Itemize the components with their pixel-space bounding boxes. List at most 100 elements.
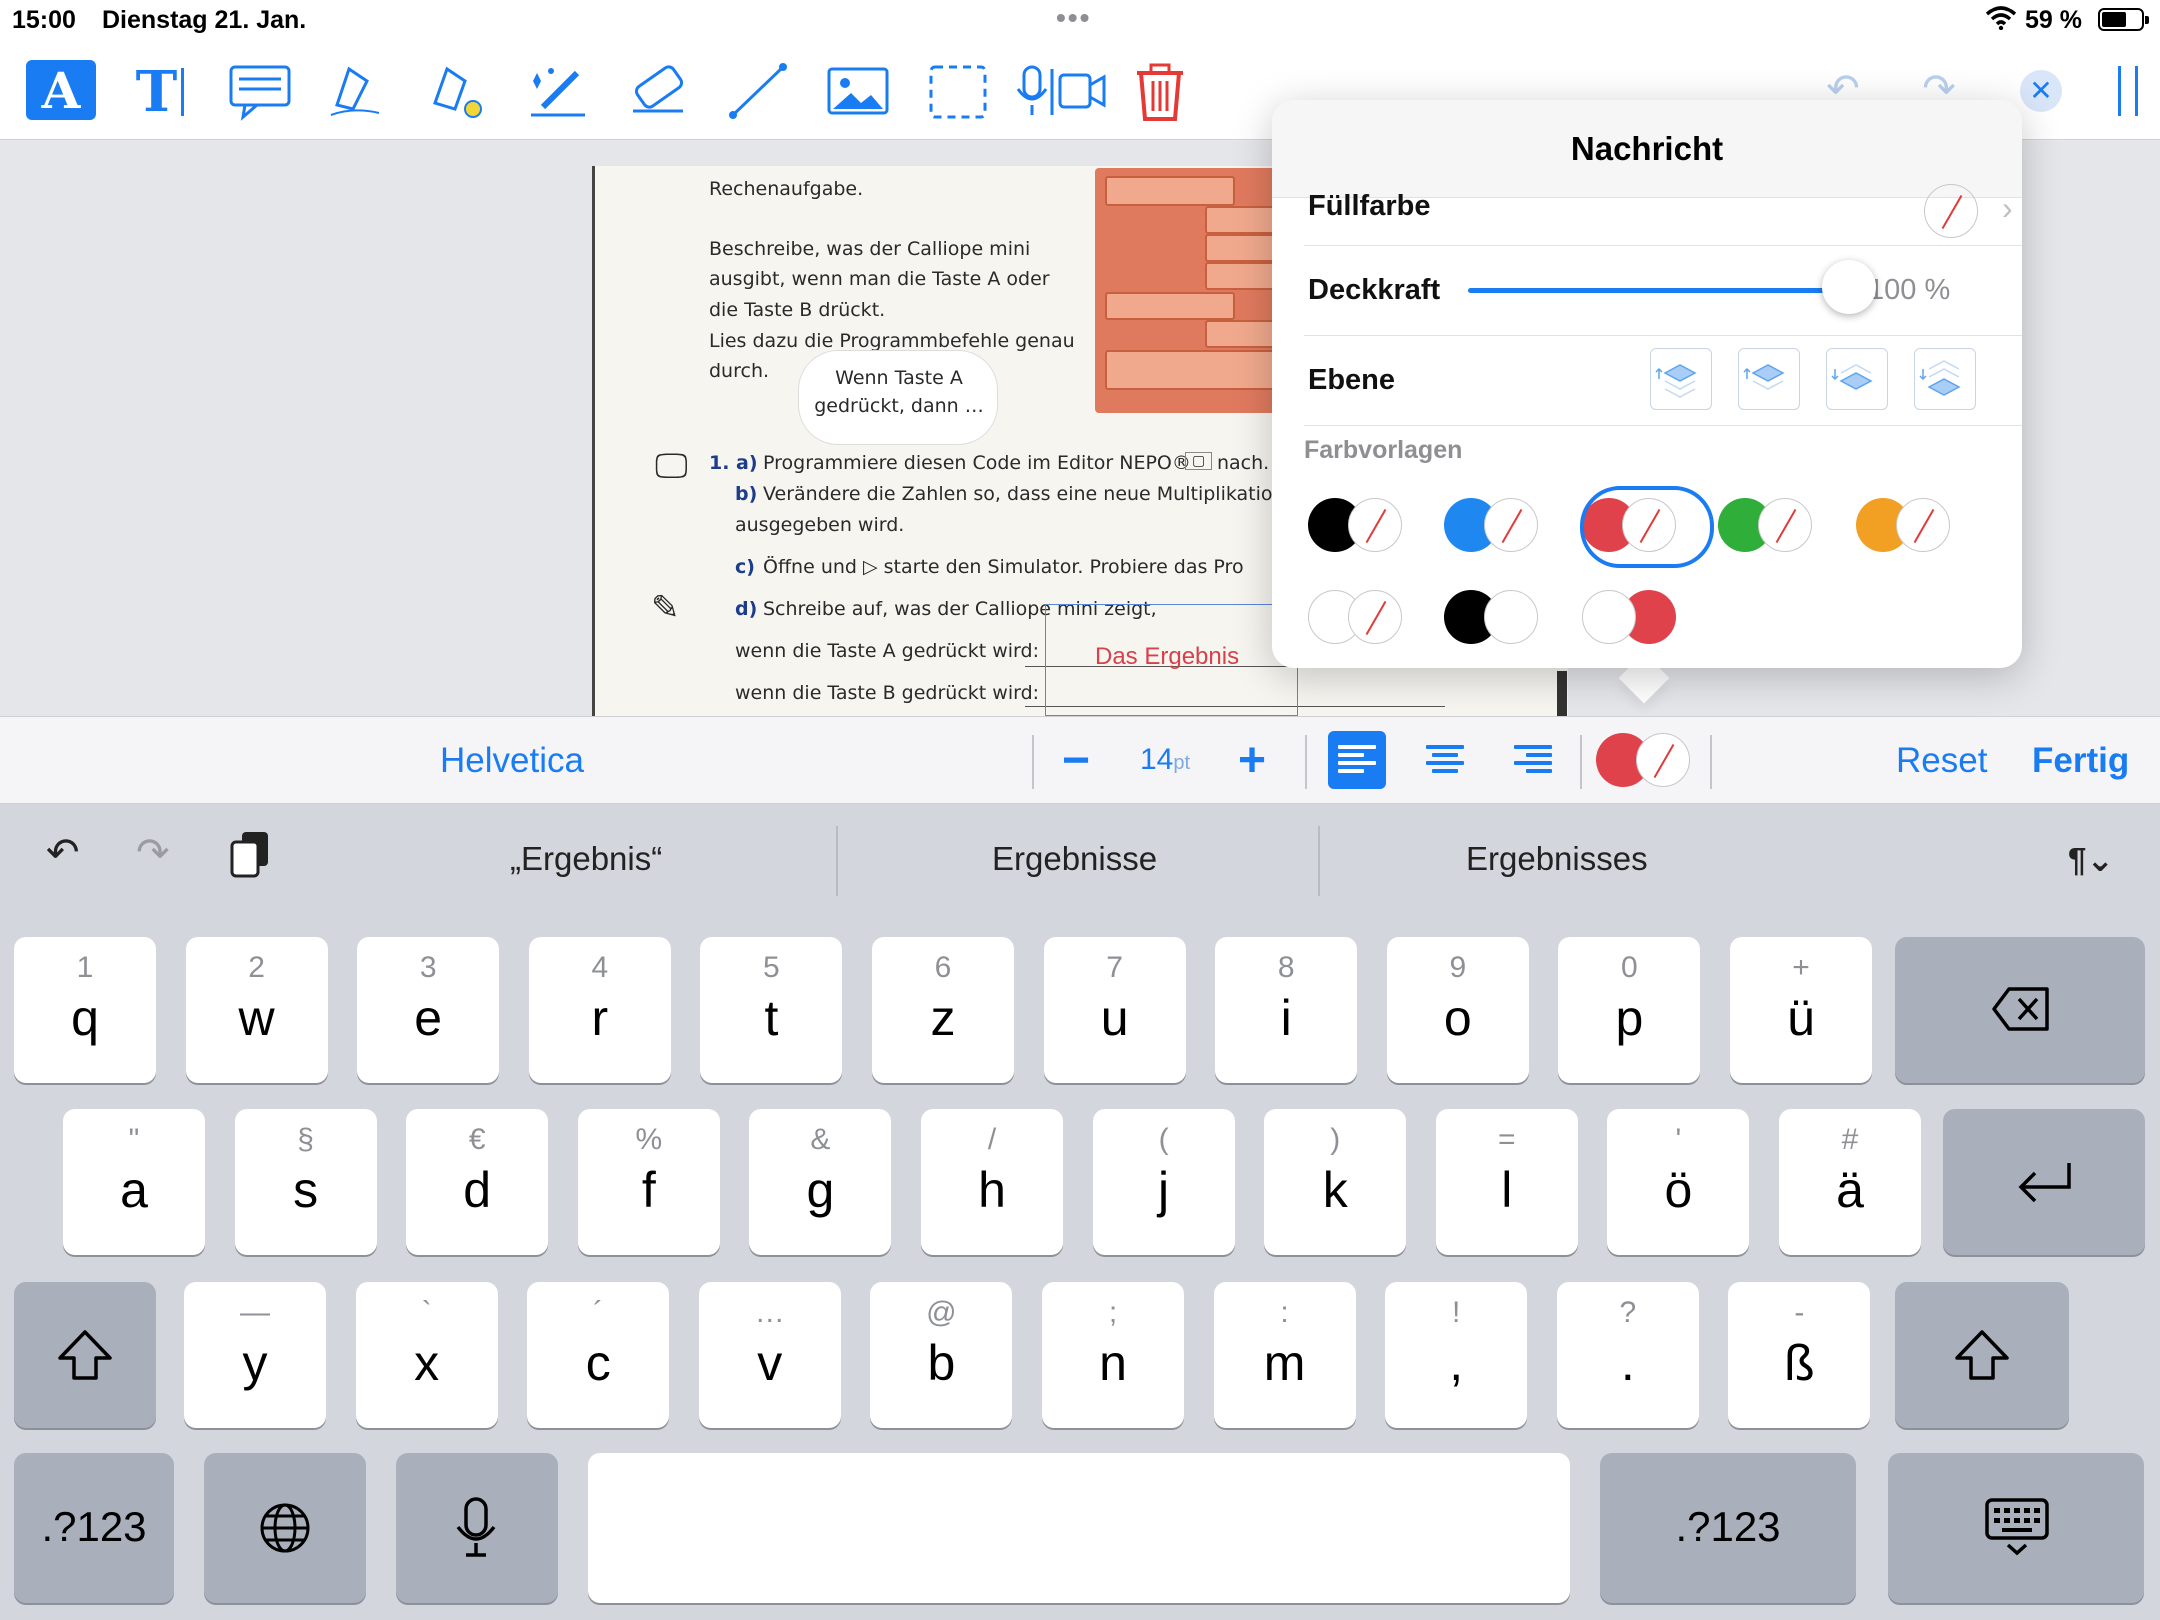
align-left-button[interactable] [1328,731,1386,789]
globe-key[interactable] [204,1453,366,1603]
paragraph-format-icon[interactable]: ¶⌄ [2068,840,2114,879]
key-t[interactable]: 5t [700,937,843,1083]
key-ä[interactable]: # ä [1779,1109,1921,1255]
key-.[interactable]: ?. [1556,1282,1699,1428]
opacity-slider-thumb[interactable] [1822,260,1876,314]
color-preset-swatch[interactable] [1444,496,1544,556]
trash-icon[interactable] [1122,56,1198,128]
increase-font-size-button[interactable]: + [1238,733,1266,788]
layer-forward-icon[interactable] [1738,348,1800,410]
doc-text-line: Lies dazu die Programmbefehle genau [709,330,1075,352]
suggestion-2[interactable]: Ergebnisse [992,840,1157,878]
suggestion-bar: ↶ ↷ „Ergebnis“ Ergebnisse Ergebnisses ¶⌄ [0,804,2160,914]
key-r[interactable]: 4r [528,937,671,1083]
key-z[interactable]: 6z [872,937,1014,1083]
color-preset-swatch[interactable] [1718,496,1818,556]
key-y[interactable]: — y [184,1282,326,1428]
keyboard-redo-icon[interactable]: ↷ [136,830,170,876]
decrease-font-size-button[interactable]: − [1062,733,1090,788]
comment-tool-icon[interactable] [222,56,298,128]
key-o[interactable]: 9o [1386,937,1529,1083]
status-bar: 15:00 Dienstag 21. Jan. ••• 59 % [0,0,2160,40]
key-e[interactable]: 3e [357,937,500,1083]
key-d[interactable]: € d [406,1109,549,1255]
task-text: Verändere die Zahlen so, dass eine neue … [763,483,1307,505]
doc-text-line: die Taste B drückt. [709,299,886,321]
color-preset-swatch[interactable] [1444,588,1544,648]
key-i[interactable]: 8i [1215,937,1358,1083]
opacity-slider-track[interactable] [1468,288,1828,293]
key-k[interactable]: ) k [1264,1109,1407,1255]
text-box-tool-icon[interactable]: A [26,60,96,120]
key-n[interactable]: ; n [1042,1282,1184,1428]
multitasking-dots-icon[interactable]: ••• [1056,2,1091,34]
numbers-key-right[interactable]: .?123 [1600,1453,1856,1603]
selection-tool-icon[interactable] [920,56,996,128]
battery-icon [2098,8,2149,31]
hide-keyboard-key[interactable] [1888,1453,2144,1603]
text-tool-icon[interactable]: T [122,56,198,128]
keyboard-undo-icon[interactable]: ↶ [46,830,80,876]
clipboard-icon[interactable] [228,830,272,888]
color-preset-swatch[interactable] [1308,496,1408,556]
key-b[interactable]: @ b [870,1282,1013,1428]
layer-to-back-icon[interactable] [1914,348,1976,410]
key-ß[interactable]: -ß [1728,1282,1871,1428]
key-p[interactable]: 0p [1558,937,1701,1083]
key-,[interactable]: !, [1385,1282,1528,1428]
key-h[interactable]: / h [921,1109,1063,1255]
layer-backward-icon[interactable] [1826,348,1888,410]
key-f[interactable]: % f [577,1109,720,1255]
font-picker-button[interactable]: Helvetica [440,741,584,781]
reset-button[interactable]: Reset [1896,741,1987,781]
fill-color-row[interactable]: Füllfarbe › [1304,184,2022,246]
suggestion-3[interactable]: Ergebnisses [1466,840,1648,878]
key-m[interactable]: :m [1213,1282,1356,1428]
line-tool-icon[interactable] [720,56,796,128]
key-v[interactable]: … v [698,1282,841,1428]
highlighter-tool-icon[interactable] [420,56,496,128]
text-annotation-content[interactable]: Das Ergebnis [1095,643,1239,671]
numbers-key-left[interactable]: .?123 [14,1453,174,1603]
color-preset-swatch[interactable] [1308,588,1408,648]
align-center-button[interactable] [1416,731,1474,789]
key-j[interactable]: (j [1092,1109,1235,1255]
color-preset-swatch[interactable] [1856,496,1956,556]
image-tool-icon[interactable] [820,56,896,128]
key-w[interactable]: 2w [185,937,328,1083]
pen-tool-icon[interactable] [320,56,396,128]
dictation-key[interactable] [396,1453,558,1603]
align-right-button[interactable] [1504,731,1562,789]
key-s[interactable]: § s [234,1109,377,1255]
done-button[interactable]: Fertig [2032,741,2129,781]
task-text: wenn die Taste A gedrückt wird: [735,640,1039,662]
text-color-button[interactable] [1596,731,1696,791]
key-ö[interactable]: ' ö [1607,1109,1750,1255]
key-c[interactable]: ´ c [527,1282,670,1428]
key-g[interactable]: & g [749,1109,892,1255]
task-text: Öffne und ▷ starte den Simulator. Probie… [763,556,1244,578]
magic-pen-tool-icon[interactable] [520,56,596,128]
key-ü[interactable]: + ü [1730,937,1872,1083]
close-icon[interactable]: ✕ [2020,70,2062,112]
key-u[interactable]: 7u [1043,937,1186,1083]
key-l[interactable]: = l [1435,1109,1578,1255]
key-a[interactable]: " a [63,1109,205,1255]
key-x[interactable]: ` x [355,1282,498,1428]
doc-text-line: ausgibt, wenn man die Taste A oder [709,268,1050,290]
suggestion-1[interactable]: „Ergebnis“ [510,840,662,878]
shift-key-right[interactable] [1895,1282,2069,1428]
key-q[interactable]: 1q [14,937,156,1083]
computer-icon: 🖵 [655,446,688,486]
layer-to-front-icon[interactable] [1650,348,1712,410]
shift-key-left[interactable] [14,1282,156,1428]
fill-color-swatch[interactable] [1924,184,1978,238]
return-key[interactable] [1943,1109,2145,1255]
task-text: ausgegeben wird. [735,514,905,536]
audio-video-tool-icon[interactable] [1010,56,1110,128]
space-key[interactable] [588,1453,1570,1603]
color-preset-swatch[interactable] [1582,588,1682,648]
sidebar-toggle-icon[interactable] [2118,66,2138,116]
eraser-tool-icon[interactable] [620,56,696,128]
backspace-key[interactable] [1895,937,2145,1083]
